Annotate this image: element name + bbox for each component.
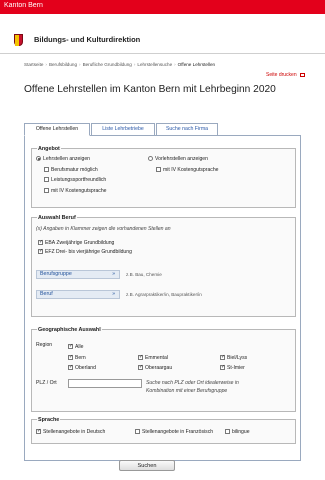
- check-iv-vorlehre[interactable]: mit IV Kostengutsprache: [156, 167, 219, 173]
- org-name: Bildungs- und Kulturdirektion: [34, 35, 141, 44]
- check-efz-box[interactable]: [38, 248, 43, 255]
- page-title: Offene Lehrstellen im Kanton Bern mit Le…: [24, 84, 276, 95]
- region-label: Region: [36, 342, 53, 348]
- check-sprache-franzoesisch-box[interactable]: [135, 429, 140, 435]
- check-efz[interactable]: EFZ Drei- bis vierjährige Grundbildung: [38, 248, 132, 255]
- check-sprache-bilingue[interactable]: bilingue: [225, 429, 250, 435]
- check-region-st-imier-box[interactable]: [220, 364, 225, 371]
- beruf-selector[interactable]: Beruf »: [36, 290, 120, 299]
- check-efz-label: EFZ Drei- bis vierjährige Grundbildung: [45, 249, 132, 255]
- check-iv-lehrstellen[interactable]: mit IV Kostengutsprache: [44, 188, 107, 194]
- check-region-bern[interactable]: Bern: [68, 354, 86, 361]
- angebot-legend: Angebot: [37, 146, 61, 152]
- radio-lehrstellen-label: Lehrstellen anzeigen: [43, 156, 91, 162]
- plz-hint-line2: Kombination mit einer Berufsgruppe: [146, 388, 228, 394]
- check-sprache-deutsch[interactable]: Stellenangebote in Deutsch: [36, 428, 106, 435]
- check-sprache-deutsch-box[interactable]: [36, 428, 41, 435]
- radio-vorlehrstellen-control[interactable]: [148, 156, 153, 162]
- sprache-group: Sprache Stellenangebote in Deutsch Stell…: [31, 417, 296, 444]
- check-iv-lehrstellen-box[interactable]: [44, 188, 49, 194]
- check-iv-lehrstellen-label: mit IV Kostengutsprache: [51, 188, 107, 194]
- plz-ort-input[interactable]: [68, 379, 142, 388]
- breadcrumb-lehrstellensuche[interactable]: Lehrstellensuche: [137, 62, 172, 67]
- print-label: Seite drucken: [266, 72, 297, 78]
- check-region-emmental[interactable]: Emmental: [138, 354, 168, 361]
- check-sprache-bilingue-label: bilingue: [232, 429, 250, 435]
- radio-vorlehrstellen[interactable]: Vorlehrstellen anzeigen: [148, 156, 208, 162]
- check-region-emmental-label: Emmental: [145, 355, 168, 361]
- check-region-biel-lyss[interactable]: Biel/Lyss: [220, 354, 248, 361]
- check-leistungssport[interactable]: Leistungssportfreundlich: [44, 177, 106, 183]
- check-sprache-bilingue-box[interactable]: [225, 429, 230, 435]
- breadcrumb-current: Offene Lehrstellen: [177, 62, 216, 67]
- check-sprache-deutsch-label: Stellenangebote in Deutsch: [43, 429, 106, 435]
- beruf-hint: z.B. Agrarpraktiker/in, Baupraktiker/in: [126, 292, 202, 297]
- check-region-oberaargau-label: Oberaargau: [145, 365, 173, 371]
- auswahl-beruf-group: Auswahl Beruf (x) Angaben in Klammer zei…: [31, 215, 296, 317]
- berufsgruppe-label: Berufsgruppe: [40, 271, 72, 277]
- org-header: Bildungs- und Kulturdirektion: [0, 26, 325, 54]
- check-iv-vorlehre-label: mit IV Kostengutsprache: [163, 167, 219, 173]
- check-region-biel-lyss-box[interactable]: [220, 354, 225, 361]
- check-eba-label: EBA Zweijährige Grundbildung: [45, 240, 115, 246]
- auswahl-note: (x) Angaben in Klammer zeigen die vorhan…: [36, 226, 171, 232]
- check-eba-box[interactable]: [38, 239, 43, 246]
- check-region-emmental-box[interactable]: [138, 354, 143, 361]
- auswahl-beruf-legend: Auswahl Beruf: [37, 215, 77, 221]
- check-region-oberland-label: Oberland: [75, 365, 96, 371]
- chevron-double-right-icon: »: [112, 291, 115, 297]
- check-berufsmatur-box[interactable]: [44, 167, 49, 173]
- search-button[interactable]: Suchen: [119, 460, 175, 471]
- breadcrumb: Startseite › Berufsbildung › Berufliche Grun…: [24, 62, 216, 67]
- check-region-bern-box[interactable]: [68, 354, 73, 361]
- berufsgruppe-hint: z.B. Bau, Chemie: [126, 272, 162, 277]
- coat-of-arms-icon: [14, 34, 23, 46]
- check-sprache-franzoesisch[interactable]: Stellenangebote in Französisch: [135, 429, 213, 435]
- berufsgruppe-selector[interactable]: Berufsgruppe »: [36, 270, 120, 279]
- brand-link[interactable]: Kanton Bern: [4, 2, 43, 9]
- check-region-alle-label: Alle: [75, 344, 84, 350]
- geo-group: Geographische Auswahl Region Alle Bern E…: [31, 327, 296, 412]
- check-eba[interactable]: EBA Zweijährige Grundbildung: [38, 239, 115, 246]
- breadcrumb-grundbildung[interactable]: Berufliche Grundbildung: [83, 62, 132, 67]
- check-region-oberland[interactable]: Oberland: [68, 364, 96, 371]
- check-iv-vorlehre-box[interactable]: [156, 167, 161, 173]
- check-region-oberland-box[interactable]: [68, 364, 73, 371]
- check-berufsmatur-label: Berufsmatur möglich: [51, 167, 98, 173]
- breadcrumb-berufsbildung[interactable]: Berufsbildung: [49, 62, 77, 67]
- chevron-double-right-icon: »: [112, 271, 115, 277]
- plz-label: PLZ / Ort: [36, 380, 57, 386]
- tab-offene-lehrstellen[interactable]: Offene Lehrstellen: [24, 123, 90, 136]
- check-sprache-franzoesisch-label: Stellenangebote in Französisch: [142, 429, 214, 435]
- check-region-bern-label: Bern: [75, 355, 86, 361]
- breadcrumb-startseite[interactable]: Startseite: [24, 62, 43, 67]
- radio-vorlehrstellen-label: Vorlehrstellen anzeigen: [155, 156, 208, 162]
- print-link[interactable]: Seite drucken: [266, 72, 305, 78]
- plz-hint-line1: Suche nach PLZ oder Ort idealerweise in: [146, 380, 239, 386]
- check-region-st-imier-label: St-Imier: [227, 365, 245, 371]
- check-leistungssport-box[interactable]: [44, 177, 49, 183]
- geo-legend: Geographische Auswahl: [37, 327, 102, 333]
- radio-lehrstellen[interactable]: Lehrstellen anzeigen: [36, 156, 90, 162]
- check-region-alle[interactable]: Alle: [68, 343, 84, 350]
- check-region-oberaargau-box[interactable]: [138, 364, 143, 371]
- printer-icon: [300, 72, 305, 77]
- beruf-label: Beruf: [40, 291, 53, 297]
- check-leistungssport-label: Leistungssportfreundlich: [51, 177, 107, 183]
- check-region-st-imier[interactable]: St-Imier: [220, 364, 245, 371]
- top-bar: Kanton Bern: [0, 0, 325, 14]
- check-region-oberaargau[interactable]: Oberaargau: [138, 364, 173, 371]
- angebot-group: Angebot Lehrstellen anzeigen Vorlehrstel…: [31, 146, 296, 208]
- radio-lehrstellen-control[interactable]: [36, 156, 41, 162]
- sprache-legend: Sprache: [37, 417, 61, 423]
- check-region-alle-box[interactable]: [68, 343, 73, 350]
- check-berufsmatur[interactable]: Berufsmatur möglich: [44, 167, 98, 173]
- search-panel: Angebot Lehrstellen anzeigen Vorlehrstel…: [24, 135, 301, 461]
- check-region-biel-lyss-label: Biel/Lyss: [227, 355, 248, 361]
